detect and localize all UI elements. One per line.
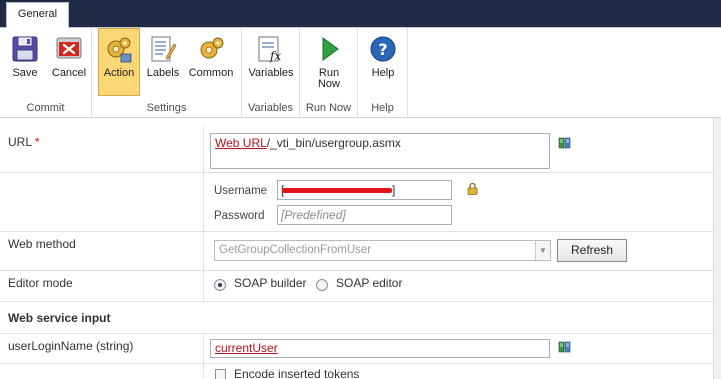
url-suffix: /_vti_bin/usergroup.asmx xyxy=(266,136,401,150)
variables-fx-icon: fx xyxy=(258,36,281,63)
soap-editor-radio[interactable] xyxy=(316,279,328,291)
url-token-web-url[interactable]: Web URL xyxy=(215,136,267,150)
variables-button[interactable]: fx Variables xyxy=(244,28,298,96)
svg-text:?: ? xyxy=(378,40,387,59)
username-bracket-close: ] xyxy=(392,183,396,197)
cancel-label: Cancel xyxy=(51,67,87,79)
run-play-icon xyxy=(322,37,339,61)
ribbon-group-run-now: Run Now Run Now xyxy=(300,28,358,118)
ribbon-group-help: ? Help Help xyxy=(358,28,408,118)
password-label: Password xyxy=(214,210,265,222)
cancel-icon xyxy=(56,37,82,59)
run-now-label-line2: Now xyxy=(317,78,340,90)
column-divider xyxy=(203,126,204,302)
svg-text:fx: fx xyxy=(269,49,281,63)
row-divider xyxy=(0,172,713,173)
save-icon xyxy=(12,36,38,62)
url-input[interactable]: Web URL/_vti_bin/usergroup.asmx xyxy=(210,133,550,169)
row-divider xyxy=(0,301,713,302)
tab-general[interactable]: General xyxy=(6,2,69,29)
group-label-settings: Settings xyxy=(146,102,187,114)
insert-reference-icon[interactable] xyxy=(558,137,572,149)
ribbon-group-variables: fx Variables Variables xyxy=(242,28,300,118)
labels-icon xyxy=(151,36,177,62)
help-question-icon: ? xyxy=(370,36,396,62)
action-button[interactable]: Action xyxy=(98,28,140,96)
labels-button[interactable]: Labels xyxy=(142,28,184,96)
soap-builder-radio[interactable] xyxy=(214,279,226,291)
ribbon-tab-strip: General xyxy=(0,0,721,29)
lock-icon[interactable] xyxy=(467,182,478,195)
username-redaction xyxy=(282,188,392,193)
soap-builder-label[interactable]: SOAP builder xyxy=(234,276,307,290)
web-service-input-heading: Web service input xyxy=(8,311,111,325)
labels-label: Labels xyxy=(146,67,180,79)
action-settings-form: URL * Web URL/_vti_bin/usergroup.asmx Us… xyxy=(0,118,721,379)
current-user-token[interactable]: currentUser xyxy=(215,341,278,355)
web-method-select[interactable]: GetGroupCollectionFromUser ▼ xyxy=(214,240,551,261)
save-label: Save xyxy=(12,67,38,79)
password-placeholder: [Predefined] xyxy=(281,208,346,222)
password-input[interactable]: [Predefined] xyxy=(277,205,452,225)
common-label: Common xyxy=(188,67,234,79)
run-now-button[interactable]: Run Now xyxy=(304,28,354,96)
insert-reference-icon[interactable] xyxy=(558,341,572,353)
chevron-down-icon[interactable]: ▼ xyxy=(535,241,550,260)
variables-label: Variables xyxy=(248,67,294,79)
ribbon-group-commit: Save Cancel Commit xyxy=(0,28,92,118)
group-label-help: Help xyxy=(371,102,394,114)
column-divider xyxy=(203,334,204,379)
run-now-label: Run Now xyxy=(304,68,354,90)
common-button[interactable]: Common xyxy=(186,28,236,96)
web-method-selected-value: GetGroupCollectionFromUser xyxy=(219,244,372,256)
row-divider xyxy=(0,231,713,232)
group-label-variables: Variables xyxy=(247,102,294,114)
row-divider xyxy=(0,270,713,271)
web-method-label: Web method xyxy=(8,237,76,251)
url-label-text: URL xyxy=(8,135,32,149)
refresh-button[interactable]: Refresh xyxy=(557,239,627,262)
row-divider xyxy=(0,363,713,364)
group-label-commit: Commit xyxy=(26,102,65,114)
user-login-name-label: userLoginName (string) xyxy=(8,339,134,353)
action-label: Action xyxy=(103,67,135,79)
vertical-scrollbar[interactable] xyxy=(713,118,721,379)
help-label: Help xyxy=(371,67,395,79)
user-login-name-input[interactable]: currentUser xyxy=(210,339,550,358)
group-label-run-now: Run Now xyxy=(305,102,352,114)
editor-mode-label: Editor mode xyxy=(8,276,73,290)
soap-editor-label[interactable]: SOAP editor xyxy=(336,276,402,290)
username-label: Username xyxy=(214,185,268,197)
ribbon-group-settings: Action Labels Common Settings xyxy=(92,28,242,118)
required-mark: * xyxy=(34,135,40,149)
encode-tokens-label[interactable]: Encode inserted tokens xyxy=(234,367,359,379)
common-gear-icon xyxy=(200,37,224,59)
username-input[interactable]: [ ] xyxy=(277,180,452,200)
row-divider xyxy=(0,333,713,334)
ribbon: Save Cancel Commit Action Labels Common … xyxy=(0,28,721,118)
help-button[interactable]: ? Help xyxy=(362,28,404,96)
action-gear-icon xyxy=(107,37,132,63)
save-button[interactable]: Save xyxy=(4,28,46,96)
cancel-button[interactable]: Cancel xyxy=(48,28,90,96)
encode-tokens-checkbox[interactable] xyxy=(215,369,226,379)
url-label: URL * xyxy=(8,135,40,149)
